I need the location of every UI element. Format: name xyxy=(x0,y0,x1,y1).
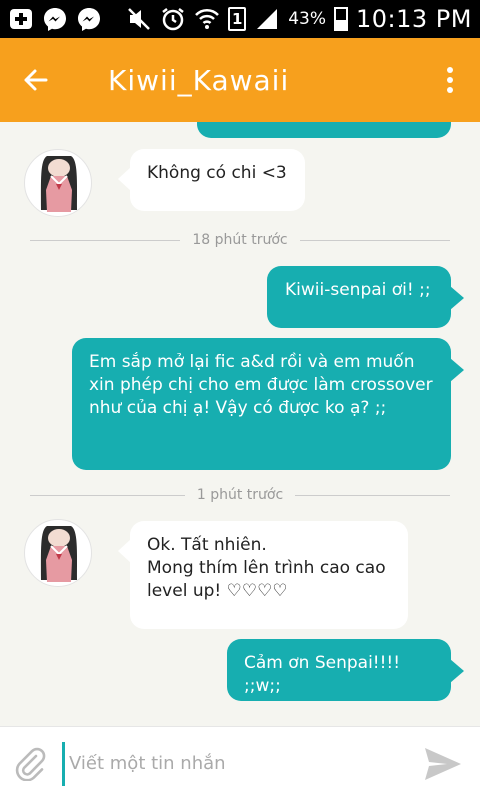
message-bubble-outgoing[interactable]: Kiwii-senpai ơi! ;; xyxy=(267,266,464,328)
timestamp-divider: 18 phút trước xyxy=(30,230,450,250)
overflow-menu-button[interactable] xyxy=(420,38,480,122)
message-bubble-incoming[interactable]: Ok. Tất nhiên. Mong thím lên trình cao c… xyxy=(118,521,408,629)
message-text-line: level up! ♡♡♡♡ xyxy=(147,581,288,601)
send-icon xyxy=(425,747,461,780)
message-text: Cảm ơn Senpai!!!! ;;w;; xyxy=(244,653,401,696)
timestamp-text: 18 phút trước xyxy=(192,232,288,248)
messenger-icon xyxy=(76,6,102,32)
paperclip-icon xyxy=(15,747,46,781)
avatar[interactable] xyxy=(24,149,92,217)
divider-line xyxy=(30,494,185,496)
message-input[interactable] xyxy=(62,741,406,786)
messenger-icon xyxy=(42,6,68,32)
sim-slot-indicator: 1 xyxy=(228,7,247,31)
message-text: Không có chi <3 xyxy=(147,163,287,183)
message-text-line: Ok. Tất nhiên. xyxy=(147,535,267,555)
message-bubble-outgoing[interactable]: Em sắp mở lại fic a&d rồi và em muốn xin… xyxy=(72,338,464,470)
status-bar: 1 43% 10:13 PM xyxy=(0,0,480,38)
notification-icons xyxy=(8,6,102,32)
timestamp-text: 1 phút trước xyxy=(196,487,284,503)
message-bubble-outgoing-partial[interactable] xyxy=(197,122,451,138)
message-text-line: Mong thím lên trình cao cao xyxy=(147,558,386,578)
more-vertical-icon xyxy=(447,67,453,93)
timestamp-divider: 1 phút trước xyxy=(30,485,450,505)
avatar[interactable] xyxy=(24,519,92,587)
wifi-icon xyxy=(194,6,220,32)
battery-percent: 43% xyxy=(288,9,327,29)
battery-level xyxy=(336,20,347,29)
clock: 10:13 PM xyxy=(356,5,472,33)
compose-bar xyxy=(0,726,480,800)
message-list[interactable]: Không có chi <3 18 phút trước Kiwii-senp… xyxy=(0,122,480,726)
alarm-icon xyxy=(160,6,186,32)
divider-line xyxy=(299,239,450,241)
add-notification-icon xyxy=(8,6,34,32)
divider-line xyxy=(30,239,181,241)
back-button[interactable] xyxy=(0,38,70,122)
message-text: Em sắp mở lại fic a&d rồi và em muốn xin… xyxy=(89,352,433,418)
send-button[interactable] xyxy=(406,727,480,800)
signal-icon xyxy=(254,6,280,32)
conversation-title: Kiwii_Kawaii xyxy=(108,63,290,97)
divider-line xyxy=(295,494,450,496)
app-bar: Kiwii_Kawaii xyxy=(0,38,480,122)
anime-girl-avatar-icon xyxy=(40,526,78,582)
muted-icon xyxy=(126,6,152,32)
message-bubble-outgoing[interactable]: Cảm ơn Senpai!!!! ;;w;; xyxy=(227,639,464,701)
anime-girl-avatar-icon xyxy=(40,156,78,212)
attach-button[interactable] xyxy=(0,727,62,800)
system-indicators: 1 43% 10:13 PM xyxy=(126,5,472,33)
battery-icon xyxy=(334,7,349,31)
message-bubble-incoming[interactable]: Không có chi <3 xyxy=(118,149,305,211)
message-text: Kiwii-senpai ơi! ;; xyxy=(285,280,431,300)
arrow-left-icon xyxy=(24,69,48,91)
